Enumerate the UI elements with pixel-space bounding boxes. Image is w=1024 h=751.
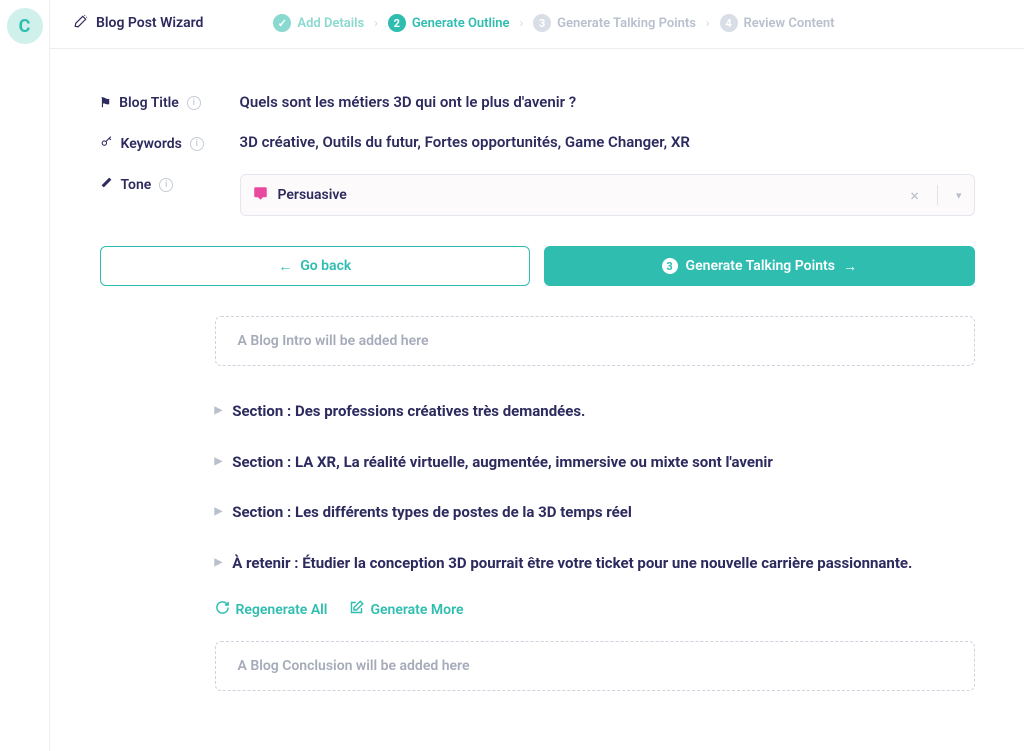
field-label-text: Blog Title (119, 95, 179, 111)
top-bar: Blog Post Wizard ✓ Add Details › 2 Gener… (50, 0, 1024, 49)
refresh-icon (215, 600, 230, 619)
arrow-left-icon: ← (278, 258, 292, 275)
chevron-right-icon: › (374, 16, 378, 30)
button-label: Go back (300, 258, 351, 274)
section-title: Section : Les différents types de postes… (232, 501, 974, 524)
step-generate-outline[interactable]: 2 Generate Outline (388, 14, 510, 32)
field-blog-title: ⚑ Blog Title i Quels sont les métiers 3D… (100, 93, 975, 111)
step-label: Add Details (297, 16, 364, 31)
step-add-details[interactable]: ✓ Add Details (273, 14, 364, 32)
section-title: Section : LA XR, La réalité virtuelle, a… (232, 451, 974, 474)
caret-right-icon: ▶ (215, 557, 223, 568)
go-back-button[interactable]: ← Go back (100, 246, 531, 286)
info-icon[interactable]: i (187, 96, 201, 110)
button-label: Generate Talking Points (686, 258, 835, 274)
intro-placeholder: A Blog Intro will be added here (215, 316, 975, 366)
step-label: Generate Outline (412, 16, 510, 31)
page-title-text: Blog Post Wizard (96, 15, 203, 31)
link-label: Regenerate All (236, 602, 328, 618)
info-icon[interactable]: i (190, 137, 204, 151)
step-label: Generate Talking Points (557, 16, 696, 31)
section-title: À retenir : Étudier la conception 3D pou… (232, 552, 974, 575)
brand-logo[interactable]: C (7, 8, 43, 44)
step-badge: 4 (720, 14, 738, 32)
field-label-text: Keywords (121, 136, 182, 152)
step-label: Review Content (744, 16, 835, 31)
info-icon[interactable]: i (159, 178, 173, 192)
pen-icon (100, 176, 113, 193)
regenerate-all-button[interactable]: Regenerate All (215, 600, 328, 619)
caret-right-icon: ▶ (215, 506, 223, 517)
step-generate-talking-points[interactable]: 3 Generate Talking Points (533, 14, 696, 32)
outline-section[interactable]: ▶ Section : Les différents types de post… (215, 487, 975, 538)
chevron-right-icon: › (706, 16, 710, 30)
outline-section[interactable]: ▶ Section : Des professions créatives tr… (215, 386, 975, 437)
speech-icon (253, 186, 268, 205)
check-icon: ✓ (273, 14, 291, 32)
keywords-value: 3D créative, Outils du futur, Fortes opp… (240, 133, 975, 151)
generate-talking-points-button[interactable]: 3 Generate Talking Points → (544, 246, 975, 286)
field-tone: Tone i Persuasive × ▾ (100, 174, 975, 216)
link-label: Generate More (370, 602, 463, 618)
edit-icon (349, 600, 364, 619)
tone-selected-value: Persuasive (278, 187, 893, 203)
generate-more-button[interactable]: Generate More (349, 600, 463, 619)
blog-title-value: Quels sont les métiers 3D qui ont le plu… (240, 93, 975, 111)
step-badge: 3 (533, 14, 551, 32)
clear-icon[interactable]: × (902, 186, 927, 205)
page-title: Blog Post Wizard (74, 14, 203, 32)
divider (937, 185, 938, 205)
caret-right-icon: ▶ (215, 456, 223, 467)
caret-right-icon: ▶ (215, 405, 223, 416)
tone-select[interactable]: Persuasive × ▾ (240, 174, 975, 216)
conclusion-placeholder: A Blog Conclusion will be added here (215, 641, 975, 691)
field-label-text: Tone (121, 177, 152, 193)
chevron-right-icon: › (520, 16, 524, 30)
step-number-badge: 3 (662, 258, 678, 274)
step-review-content[interactable]: 4 Review Content (720, 14, 835, 32)
chevron-down-icon[interactable]: ▾ (948, 189, 962, 202)
wand-icon (74, 14, 88, 32)
step-badge: 2 (388, 14, 406, 32)
stepper: ✓ Add Details › 2 Generate Outline › 3 G… (273, 14, 834, 32)
section-title: Section : Des professions créatives très… (232, 400, 974, 423)
left-sidebar: C (0, 0, 50, 751)
flag-icon: ⚑ (100, 96, 112, 111)
key-icon (100, 135, 113, 152)
outline-section[interactable]: ▶ Section : LA XR, La réalité virtuelle,… (215, 437, 975, 488)
field-keywords: Keywords i 3D créative, Outils du futur,… (100, 133, 975, 152)
outline-section[interactable]: ▶ À retenir : Étudier la conception 3D p… (215, 538, 975, 589)
arrow-right-icon: → (843, 258, 857, 275)
